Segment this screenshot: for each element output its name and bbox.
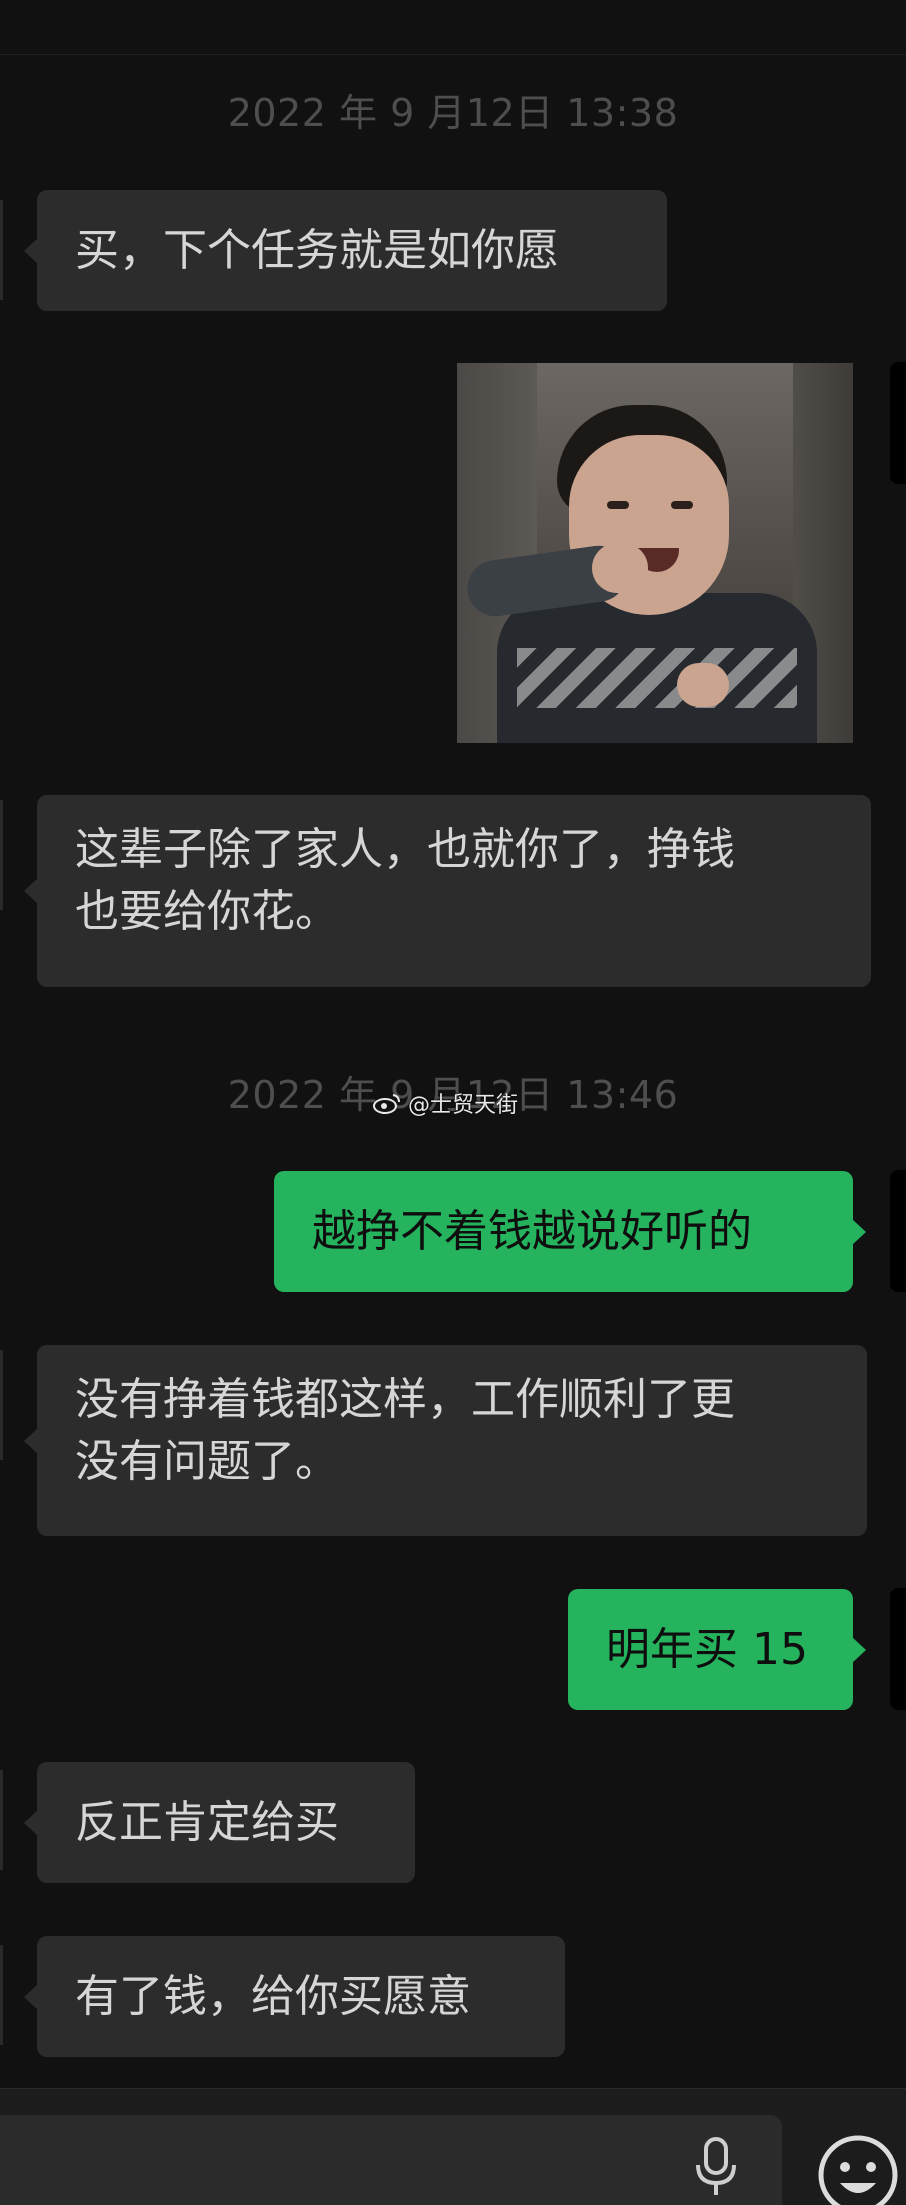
chat-screen: 2022 年 9 月12日 13:38 买，下个任务就是如你愿 这辈子除了家人，… bbox=[0, 0, 906, 2205]
avatar-edge-right[interactable] bbox=[890, 1588, 906, 1710]
message-bubble-incoming[interactable]: 这辈子除了家人，也就你了，挣钱 也要给你花。 bbox=[24, 795, 871, 987]
message-timestamp: 2022 年 9 月12日 13:38 bbox=[227, 91, 679, 135]
message-input[interactable] bbox=[0, 2115, 782, 2205]
watermark-text: @士贸天街 bbox=[408, 1093, 519, 1118]
avatar-edge-left bbox=[0, 1350, 3, 1460]
message-text-line: 也要给你花。 bbox=[75, 886, 339, 937]
avatar-edge-left bbox=[0, 200, 3, 300]
message-bubble-incoming[interactable]: 买，下个任务就是如你愿 bbox=[24, 190, 667, 311]
weibo-watermark: @士贸天街 bbox=[372, 1088, 518, 1118]
avatar-edge-left bbox=[0, 1945, 3, 2045]
message-bubble-incoming[interactable]: 没有挣着钱都这样，工作顺利了更 没有问题了。 bbox=[24, 1345, 867, 1536]
mic-icon[interactable] bbox=[694, 2137, 738, 2197]
message-bubble-incoming[interactable]: 有了钱，给你买愿意 bbox=[24, 1936, 565, 2057]
top-bar bbox=[0, 0, 906, 55]
message-text: 越挣不着钱越说好听的 bbox=[312, 1205, 752, 1257]
message-text-line: 这辈子除了家人，也就你了，挣钱 bbox=[75, 824, 735, 875]
message-text-line: 没有挣着钱都这样，工作顺利了更 bbox=[75, 1374, 735, 1425]
avatar-edge-right[interactable] bbox=[890, 362, 906, 484]
message-text: 买，下个任务就是如你愿 bbox=[75, 224, 559, 276]
avatar-edge-left bbox=[0, 800, 3, 910]
message-bubble-outgoing[interactable]: 明年买 15 bbox=[568, 1589, 866, 1710]
smiley-icon[interactable] bbox=[816, 2133, 900, 2205]
message-text: 反正肯定给买 bbox=[75, 1796, 339, 1848]
message-bubble-incoming[interactable]: 反正肯定给买 bbox=[24, 1762, 415, 1883]
message-text: 有了钱，给你买愿意 bbox=[75, 1970, 471, 2022]
message-bubble-outgoing[interactable]: 越挣不着钱越说好听的 bbox=[274, 1171, 866, 1292]
avatar-edge-right[interactable] bbox=[890, 1170, 906, 1292]
avatar-edge-left bbox=[0, 1770, 3, 1870]
message-text-line: 没有问题了。 bbox=[75, 1436, 339, 1487]
sticker-image[interactable] bbox=[457, 363, 853, 743]
input-bar bbox=[0, 2088, 906, 2205]
message-text: 明年买 15 bbox=[606, 1623, 808, 1675]
weibo-icon bbox=[373, 1094, 400, 1114]
